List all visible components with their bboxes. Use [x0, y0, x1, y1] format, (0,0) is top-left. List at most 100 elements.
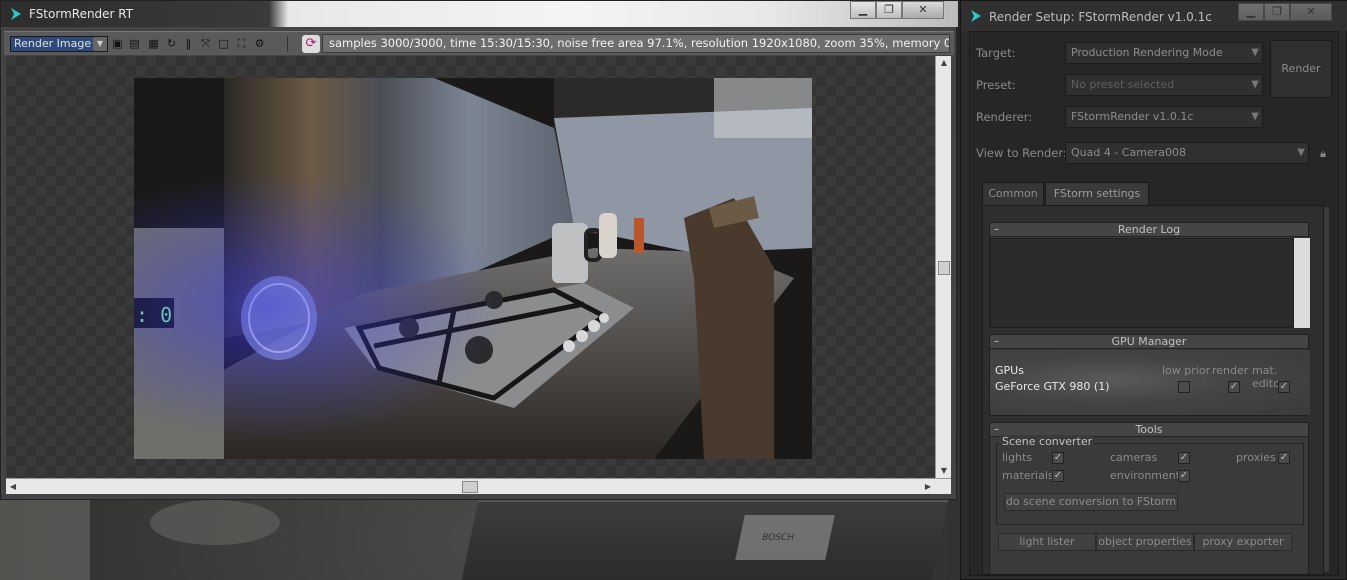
copy-image-icon[interactable]: ▤ [127, 37, 142, 51]
gpu-manager-header[interactable]: – GPU Manager [990, 335, 1308, 349]
low-prior-checkbox[interactable] [1178, 381, 1190, 393]
render-canvas[interactable]: : 0 [6, 56, 935, 478]
environment-checkbox[interactable]: ✓ [1178, 470, 1190, 482]
vertical-scroll-thumb[interactable] [938, 261, 950, 275]
kitchen-render-graphic: : 0 [134, 78, 812, 459]
tab-fstorm-settings[interactable]: FStorm settings [1045, 182, 1149, 205]
rt-window-controls: ▁ ❐ ✕ [850, 1, 944, 19]
tab-common[interactable]: Common [982, 182, 1044, 205]
proxies-checkbox[interactable]: ✓ [1278, 452, 1290, 464]
chevron-down-icon: ▼ [1297, 147, 1305, 158]
render-log-rollout: – Render Log [989, 222, 1310, 328]
canvas-horizontal-scrollbar[interactable]: ◀ ▶ [6, 478, 951, 494]
render-setup-logo-icon [971, 10, 981, 22]
background-appliance [0, 500, 90, 580]
render-type-value: Render Image [14, 37, 92, 50]
render-column: render [1212, 364, 1249, 377]
lights-label: lights [1002, 451, 1033, 464]
save-image-icon[interactable]: ▣ [110, 37, 125, 51]
render-button[interactable]: Render [1270, 40, 1332, 98]
clone-icon[interactable]: ▦ [146, 37, 161, 51]
fstorm-logo-icon [11, 8, 21, 20]
region-icon[interactable]: □ [216, 37, 231, 51]
low-prior-column: low prior [1162, 364, 1211, 377]
scene-conversion-button[interactable]: do scene conversion to FStorm [1004, 493, 1178, 511]
scroll-left-icon[interactable]: ◀ [6, 479, 20, 495]
background-stove [461, 500, 949, 580]
rt-toolbar: Render Image ▼ ▣ ▤ ▦ ↻ ‖ ⤧ □ ⛶ ⚙ ⟳ sampl… [4, 31, 954, 55]
canvas-vertical-scrollbar[interactable]: ▲ ▼ [935, 56, 951, 478]
render-log-text-area[interactable] [990, 238, 1294, 328]
horizontal-scroll-thumb[interactable] [462, 481, 478, 493]
renderer-value: FStormRender v1.0.1c [1071, 110, 1194, 123]
render-setup-window: Render Setup: FStormRender v1.0.1c ▁ ❐ ✕… [960, 0, 1347, 580]
target-dropdown[interactable]: Production Rendering Mode ▼ [1065, 42, 1263, 64]
cameras-checkbox[interactable]: ✓ [1178, 452, 1190, 464]
gpu-name: GeForce GTX 980 (1) [995, 380, 1110, 393]
environment-label: environment [1110, 469, 1181, 482]
rendered-image: : 0 [134, 78, 812, 459]
fit-icon[interactable]: ⤧ [198, 37, 213, 51]
background-kettle [150, 500, 280, 545]
gpu-manager-title: GPU Manager [1111, 335, 1187, 348]
render-checkbox[interactable]: ✓ [1228, 381, 1240, 393]
rt-window-title: FStormRender RT [29, 7, 134, 21]
scroll-right-icon[interactable]: ▶ [921, 479, 935, 495]
fstorm-settings-panel: – Render Log – GPU Manager GPUs low prio… [982, 205, 1324, 575]
render-log-title: Render Log [1117, 223, 1181, 236]
tools-rollout: – Tools Scene converter lights ✓ cameras… [989, 422, 1309, 574]
proxy-exporter-button[interactable]: proxy exporter [1194, 533, 1292, 551]
render-log-header[interactable]: – Render Log [990, 223, 1308, 237]
render-log-scrollbar[interactable] [1294, 238, 1310, 328]
light-lister-button[interactable]: light lister [998, 533, 1096, 551]
render-type-select[interactable]: Render Image ▼ [10, 36, 108, 52]
render-setup-title: Render Setup: FStormRender v1.0.1c [989, 10, 1212, 24]
chevron-down-icon: ▼ [1251, 79, 1259, 90]
pause-icon[interactable]: ‖ [181, 37, 196, 51]
collapse-icon: – [994, 336, 999, 347]
chevron-down-icon: ▼ [93, 37, 107, 51]
restore-button[interactable]: ❐ [876, 1, 902, 19]
rs-minimize-button[interactable]: ▁ [1238, 3, 1264, 21]
close-button[interactable]: ✕ [902, 1, 944, 19]
fullscreen-icon[interactable]: ⛶ [234, 37, 249, 51]
cameras-label: cameras [1110, 451, 1158, 464]
sync-icon[interactable]: ⟳ [302, 35, 320, 53]
render-setup-title-bar[interactable]: Render Setup: FStormRender v1.0.1c ▁ ❐ ✕ [961, 1, 1347, 31]
lock-icon[interactable]: 🔒︎ [1316, 147, 1330, 161]
scroll-up-icon[interactable]: ▲ [936, 56, 952, 70]
scene-converter-title: Scene converter [1000, 435, 1095, 448]
preset-value: No preset selected [1071, 78, 1175, 91]
rs-restore-button[interactable]: ❐ [1264, 3, 1290, 21]
background-brand-label: BOSCH [735, 515, 835, 560]
gpu-manager-content: GPUs low prior render mat. editor GeForc… [990, 350, 1310, 415]
preset-dropdown[interactable]: No preset selected ▼ [1065, 74, 1263, 96]
rt-title-bar[interactable]: FStormRender RT ▁ ❐ ✕ [1, 1, 958, 27]
renderer-dropdown[interactable]: FStormRender v1.0.1c ▼ [1065, 106, 1263, 128]
tools-title: Tools [1135, 423, 1163, 436]
gpu-manager-rollout: – GPU Manager GPUs low prior render mat.… [989, 334, 1310, 416]
preset-label: Preset: [976, 78, 1016, 92]
chevron-down-icon: ▼ [1251, 47, 1259, 58]
view-to-render-dropdown[interactable]: Quad 4 - Camera008 ▼ [1065, 142, 1309, 164]
toolbar-separator [287, 36, 288, 52]
proxies-label: proxies [1236, 451, 1276, 464]
object-properties-button[interactable]: object properties [1096, 533, 1194, 551]
render-setup-body: Target: Production Rendering Mode ▼ Pres… [969, 31, 1339, 576]
gpus-label: GPUs [995, 364, 1024, 377]
materials-label: materials [1002, 469, 1054, 482]
renderer-label: Renderer: [976, 110, 1033, 124]
mat-editor-checkbox[interactable]: ✓ [1278, 381, 1290, 393]
refresh-icon[interactable]: ↻ [164, 37, 179, 51]
minimize-button[interactable]: ▁ [850, 1, 876, 19]
render-setup-window-controls: ▁ ❐ ✕ [1238, 3, 1332, 21]
render-status: samples 3000/3000, time 15:30/15:30, noi… [322, 34, 950, 53]
scroll-down-icon[interactable]: ▼ [936, 464, 952, 478]
materials-checkbox[interactable]: ✓ [1052, 470, 1064, 482]
lights-checkbox[interactable]: ✓ [1052, 452, 1064, 464]
settings-icon[interactable]: ⚙ [252, 37, 267, 51]
rs-close-button[interactable]: ✕ [1290, 3, 1332, 21]
target-value: Production Rendering Mode [1071, 46, 1223, 59]
settings-panel-scrollbar[interactable] [1324, 207, 1329, 572]
target-label: Target: [976, 46, 1016, 60]
